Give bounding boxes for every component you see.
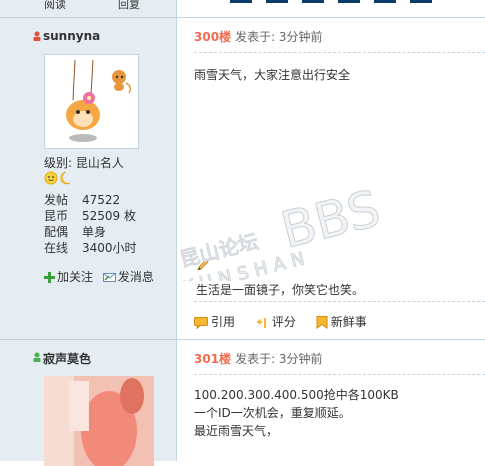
header-divider bbox=[194, 52, 485, 53]
post-body: 100.200.300.400.500抢中各100KB 一个ID一次机会，重复顺… bbox=[194, 386, 399, 440]
rank-name: 昆山名人 bbox=[75, 156, 124, 170]
stat-posts: 发帖 47522 bbox=[44, 193, 121, 207]
post-body-line: 雨雪天气，大家注意出行安全 bbox=[194, 68, 351, 82]
post-body-line: 最近雨雪天气， bbox=[194, 424, 279, 438]
author-stats: 发帖 47522 昆币 52509 枚 配偶 单身 在线 3400小时 bbox=[44, 192, 174, 256]
post-time: 发表于: 3分钟前 bbox=[235, 30, 323, 44]
post-header: 300楼 发表于: 3分钟前 bbox=[194, 28, 323, 45]
author-rank: 级别: 昆山名人 bbox=[44, 154, 124, 171]
thread-stats-left: 阅读 回复 bbox=[0, 0, 177, 17]
message-icon bbox=[102, 273, 116, 282]
quote-icon bbox=[194, 316, 208, 329]
pencil-icon bbox=[197, 259, 209, 271]
post-body-line: 一个ID一次机会，重复顺延。 bbox=[194, 406, 351, 420]
rate-button[interactable]: 评分 bbox=[255, 313, 296, 330]
plus-one-icon bbox=[256, 317, 266, 328]
forum-thread-page: 阅读 回复 sunnyna 级别: 昆山名人 发帖 47522 昆币 52509… bbox=[0, 0, 485, 466]
author-username[interactable]: sunnyna bbox=[43, 29, 100, 43]
thread-title-fragment bbox=[230, 0, 446, 8]
send-message-button[interactable]: 发消息 bbox=[102, 268, 154, 285]
read-count-label: 阅读 bbox=[44, 0, 66, 11]
author-actions: 加关注 发消息 bbox=[44, 268, 160, 285]
header-divider bbox=[194, 374, 485, 375]
follow-button[interactable]: 加关注 bbox=[44, 268, 93, 285]
signature-divider bbox=[194, 301, 485, 302]
sun-moon-rank-icon bbox=[44, 171, 71, 185]
thread-stats-strip: 阅读 回复 bbox=[0, 0, 485, 18]
floor-number[interactable]: 301楼 bbox=[194, 352, 231, 366]
author-username[interactable]: 寂声莫色 bbox=[43, 350, 91, 367]
rank-label: 级别: bbox=[44, 156, 73, 170]
user-female-icon bbox=[33, 352, 41, 362]
post-body-line: 100.200.300.400.500抢中各100KB bbox=[194, 388, 399, 402]
author-avatar[interactable] bbox=[44, 376, 154, 466]
reply-count-label: 回复 bbox=[118, 0, 140, 11]
rank-icons bbox=[44, 171, 74, 185]
author-panel: sunnyna 级别: 昆山名人 发帖 47522 昆币 52509 枚 配偶 … bbox=[0, 18, 177, 339]
post-content: 301楼 发表于: 3分钟前 100.200.300.400.500抢中各100K… bbox=[177, 340, 485, 461]
author-panel: 寂声莫色 bbox=[0, 340, 177, 466]
floor-number[interactable]: 300楼 bbox=[194, 30, 231, 44]
stat-spouse: 配偶 单身 bbox=[44, 225, 107, 239]
monkey-avatar-icon bbox=[45, 55, 138, 148]
user-male-icon bbox=[33, 31, 41, 41]
signature: 生活是一面镜子，你笑它也笑。 bbox=[196, 283, 365, 297]
stat-online: 在线 3400小时 bbox=[44, 241, 137, 255]
plus-icon bbox=[44, 272, 55, 283]
fresh-news-button[interactable]: 新鲜事 bbox=[316, 313, 367, 330]
photo-avatar-icon bbox=[44, 376, 154, 466]
post-toolbar: 引用 评分 新鲜事 bbox=[194, 313, 383, 330]
post-301: 寂声莫色 301楼 发表于: 3分钟前 100.200.300.400.500抢中… bbox=[0, 340, 485, 466]
bookmark-icon bbox=[316, 316, 328, 329]
stat-coins: 昆币 52509 枚 bbox=[44, 209, 136, 223]
post-content: 300楼 发表于: 3分钟前 雨雪天气，大家注意出行安全 生活是一面镜子，你笑它也… bbox=[177, 18, 485, 339]
post-header: 301楼 发表于: 3分钟前 bbox=[194, 350, 323, 367]
author-avatar[interactable] bbox=[44, 54, 139, 149]
post-body: 雨雪天气，大家注意出行安全 bbox=[194, 66, 350, 84]
quote-button[interactable]: 引用 bbox=[194, 313, 235, 330]
post-300: sunnyna 级别: 昆山名人 发帖 47522 昆币 52509 枚 配偶 … bbox=[0, 18, 485, 339]
post-time: 发表于: 3分钟前 bbox=[235, 352, 323, 366]
